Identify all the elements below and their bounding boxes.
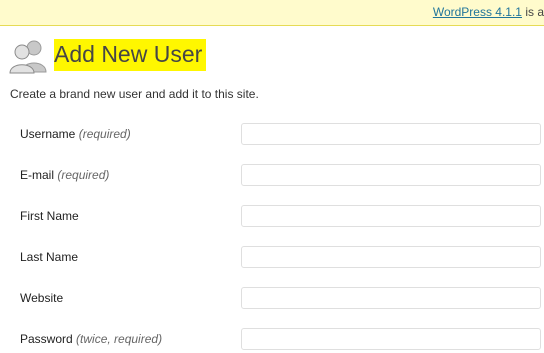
- password-required-hint: (twice, required): [76, 332, 163, 346]
- first-name-row: First Name: [0, 205, 544, 229]
- password-input[interactable]: [241, 328, 541, 350]
- username-input[interactable]: [241, 123, 541, 145]
- email-label-text: E-mail: [20, 168, 55, 182]
- email-required-hint: (required): [57, 168, 110, 182]
- first-name-label-text: First Name: [20, 209, 79, 223]
- email-label: E-mail (required): [20, 168, 109, 182]
- email-row: E-mail (required): [0, 164, 544, 188]
- first-name-input[interactable]: [241, 205, 541, 227]
- first-name-label: First Name: [20, 209, 79, 223]
- username-label: Username (required): [20, 127, 131, 141]
- intro-text: Create a brand new user and add it to th…: [10, 87, 259, 101]
- password-row: Password (twice, required): [0, 328, 544, 352]
- update-notice: WordPress 4.1.1 is a: [0, 0, 544, 26]
- website-row: Website: [0, 287, 544, 311]
- website-label-text: Website: [20, 291, 64, 305]
- update-notice-suffix: is a: [521, 5, 544, 19]
- update-notice-text: WordPress 4.1.1 is a: [433, 5, 544, 19]
- username-row: Username (required): [0, 123, 544, 147]
- users-icon: [9, 38, 47, 74]
- email-input[interactable]: [241, 164, 541, 186]
- username-required-hint: (required): [78, 127, 131, 141]
- page-title: Add New User: [54, 39, 207, 71]
- last-name-label-text: Last Name: [20, 250, 79, 264]
- last-name-row: Last Name: [0, 246, 544, 270]
- website-input[interactable]: [241, 287, 541, 309]
- password-label: Password (twice, required): [20, 332, 162, 346]
- last-name-label: Last Name: [20, 250, 78, 264]
- website-label: Website: [20, 291, 63, 305]
- username-label-text: Username: [20, 127, 76, 141]
- wordpress-version-link[interactable]: WordPress 4.1.1: [433, 5, 522, 19]
- last-name-input[interactable]: [241, 246, 541, 268]
- password-label-text: Password: [20, 332, 73, 346]
